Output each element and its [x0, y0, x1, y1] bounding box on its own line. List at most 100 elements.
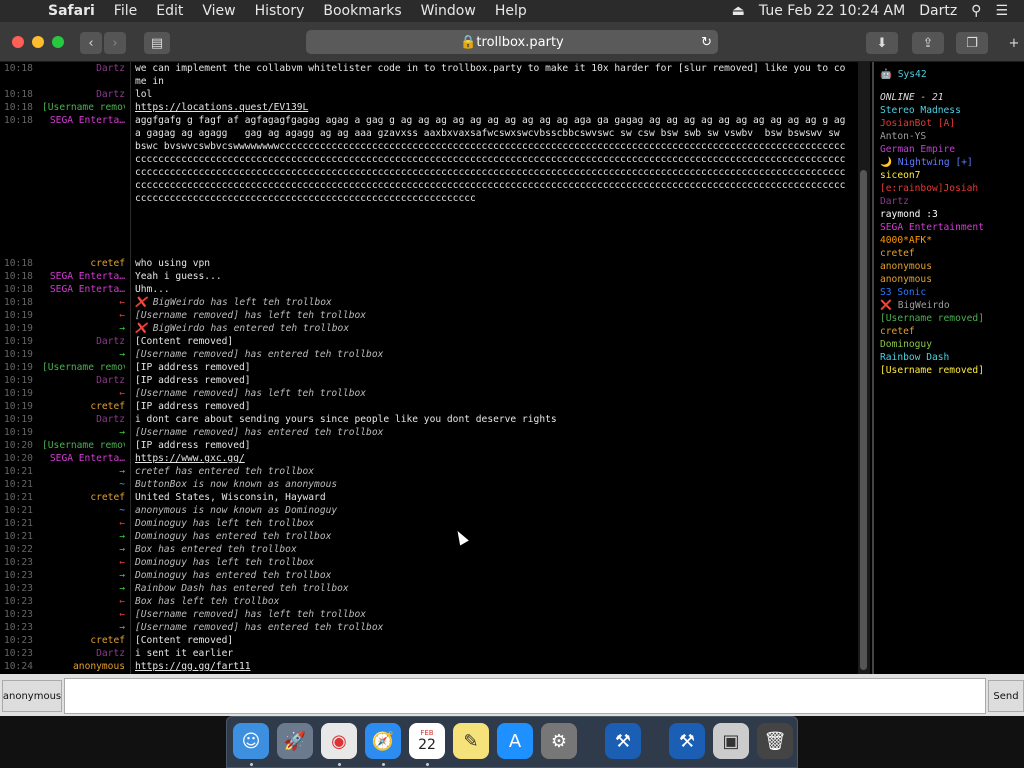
xcode-icon[interactable]: ⚒ [605, 723, 641, 759]
sidebar-top-user[interactable]: 🤖 Sys42 [880, 68, 1024, 81]
nickname[interactable]: Dartz [42, 335, 125, 348]
nickname[interactable]: [Username removed] [42, 361, 125, 374]
list-icon[interactable]: ☰ [995, 3, 1008, 19]
nickname[interactable]: SEGA Enterta… [42, 270, 125, 283]
online-user[interactable]: Dartz [880, 195, 1024, 208]
trash-icon[interactable]: 🗑 [757, 723, 793, 759]
message-link[interactable]: https://gg.gg/fart11 [135, 660, 851, 673]
nickname[interactable]: cretef [42, 634, 125, 647]
nickname[interactable]: cretef [42, 257, 125, 270]
online-user[interactable]: cretef [880, 325, 1024, 338]
nickname[interactable]: Dartz [42, 62, 125, 88]
sidebar-icon[interactable]: ▤ [144, 32, 170, 54]
nickname[interactable]: SEGA Enterta… [42, 283, 125, 296]
online-user[interactable]: siceon7 [880, 169, 1024, 182]
online-user[interactable]: anonymous [880, 273, 1024, 286]
online-user[interactable]: ❌ BigWeirdo [880, 299, 1024, 312]
calendar-icon[interactable]: FEB 22 [409, 723, 445, 759]
nickname[interactable]: [Username removed] [42, 101, 125, 114]
nickname[interactable]: → [42, 569, 125, 582]
nickname[interactable]: Dartz [42, 413, 125, 426]
nickname[interactable]: → [42, 322, 125, 335]
nickname[interactable]: ← [42, 608, 125, 621]
online-user[interactable]: 🌙 Nightwing [+] [880, 156, 1024, 169]
new-tab-button[interactable]: + [1004, 32, 1024, 54]
online-user[interactable]: Dominoguy [880, 338, 1024, 351]
online-user[interactable]: [Username removed] [880, 364, 1024, 377]
xcode-icon[interactable]: ⚒ [669, 723, 705, 759]
online-user[interactable]: Anton-YS [880, 130, 1024, 143]
chat-log[interactable]: 10:18 Dartz we can implement the collabvm … [0, 62, 856, 674]
download-icon[interactable]: ⬇ [866, 32, 898, 54]
nickname[interactable]: cretef [42, 400, 125, 413]
nickname[interactable]: ← [42, 517, 125, 530]
online-user[interactable]: German Empire [880, 143, 1024, 156]
back-button[interactable]: ‹ [80, 32, 102, 54]
preview-icon[interactable]: ▣ [713, 723, 749, 759]
online-user[interactable]: SEGA Entertainment [880, 221, 1024, 234]
chrome-icon[interactable]: ◉ [321, 723, 357, 759]
nickname[interactable]: [Username removed] [42, 439, 125, 452]
message-link[interactable]: https://www.gxc.gg/ [135, 452, 851, 465]
menu-view[interactable]: View [202, 3, 235, 19]
system-preferences-icon[interactable]: ⚙ [541, 723, 577, 759]
search-icon[interactable]: ⚲ [971, 3, 981, 19]
finder-icon[interactable]: ☺ [233, 723, 269, 759]
message-input[interactable] [64, 678, 986, 714]
nickname[interactable]: ~ [42, 478, 125, 491]
apple-icon[interactable] [20, 3, 36, 19]
menu-edit[interactable]: Edit [156, 3, 183, 19]
nickname[interactable]: SEGA Enterta… [42, 114, 125, 257]
tabs-icon[interactable]: ❐ [956, 32, 988, 54]
nickname[interactable]: ← [42, 387, 125, 400]
nickname[interactable]: → [42, 621, 125, 634]
nickname[interactable]: Dartz [42, 647, 125, 660]
online-user[interactable]: Rainbow Dash [880, 351, 1024, 364]
app-store-icon[interactable]: A [497, 723, 533, 759]
nickname[interactable]: Dartz [42, 88, 125, 101]
nick-button[interactable]: anonymous [2, 680, 62, 712]
online-user[interactable]: [Username removed] [880, 312, 1024, 325]
nickname[interactable]: → [42, 582, 125, 595]
online-user[interactable]: anonymous [880, 260, 1024, 273]
minimize-button[interactable] [32, 36, 44, 48]
clock[interactable]: Tue Feb 22 10:24 AM [759, 3, 905, 19]
menu-history[interactable]: History [255, 3, 305, 19]
nickname[interactable]: ← [42, 309, 125, 322]
nickname[interactable]: cretef [42, 491, 125, 504]
menu-help[interactable]: Help [495, 3, 527, 19]
online-user[interactable]: cretef [880, 247, 1024, 260]
nickname[interactable]: ~ [42, 504, 125, 517]
user-name[interactable]: Dartz [919, 3, 957, 19]
nickname[interactable]: → [42, 465, 125, 478]
launchpad-icon[interactable]: 🚀 [277, 723, 313, 759]
menu-bookmarks[interactable]: Bookmarks [323, 3, 401, 19]
reload-icon[interactable]: ↻ [701, 35, 712, 50]
menu-app[interactable]: Safari [48, 3, 95, 19]
nickname[interactable]: → [42, 426, 125, 439]
online-user[interactable]: Stereo Madness [880, 104, 1024, 117]
nickname[interactable]: ← [42, 595, 125, 608]
online-user[interactable]: 4000*AFK* [880, 234, 1024, 247]
online-user[interactable]: [e:rainbow]Josiah [880, 182, 1024, 195]
nickname[interactable]: Dartz [42, 374, 125, 387]
nickname[interactable]: → [42, 348, 125, 361]
nickname[interactable]: ← [42, 556, 125, 569]
online-user[interactable]: raymond :3 [880, 208, 1024, 221]
zoom-button[interactable] [52, 36, 64, 48]
menu-file[interactable]: File [114, 3, 137, 19]
menu-window[interactable]: Window [421, 3, 476, 19]
scrollbar-thumb[interactable] [860, 170, 867, 670]
share-icon[interactable]: ⇪ [912, 32, 944, 54]
nickname[interactable]: ← [42, 296, 125, 309]
address-bar[interactable]: 🔒 trollbox.party ↻ [306, 30, 718, 54]
nickname[interactable]: SEGA Enterta… [42, 452, 125, 465]
safari-icon[interactable]: 🧭 [365, 723, 401, 759]
online-user[interactable]: S3 Sonic [880, 286, 1024, 299]
nickname[interactable]: → [42, 543, 125, 556]
notes-icon[interactable]: ✎ [453, 723, 489, 759]
eject-icon[interactable]: ⏏ [732, 3, 745, 19]
send-button[interactable]: Send [988, 680, 1024, 712]
nickname[interactable]: anonymous [42, 660, 125, 673]
close-button[interactable] [12, 36, 24, 48]
